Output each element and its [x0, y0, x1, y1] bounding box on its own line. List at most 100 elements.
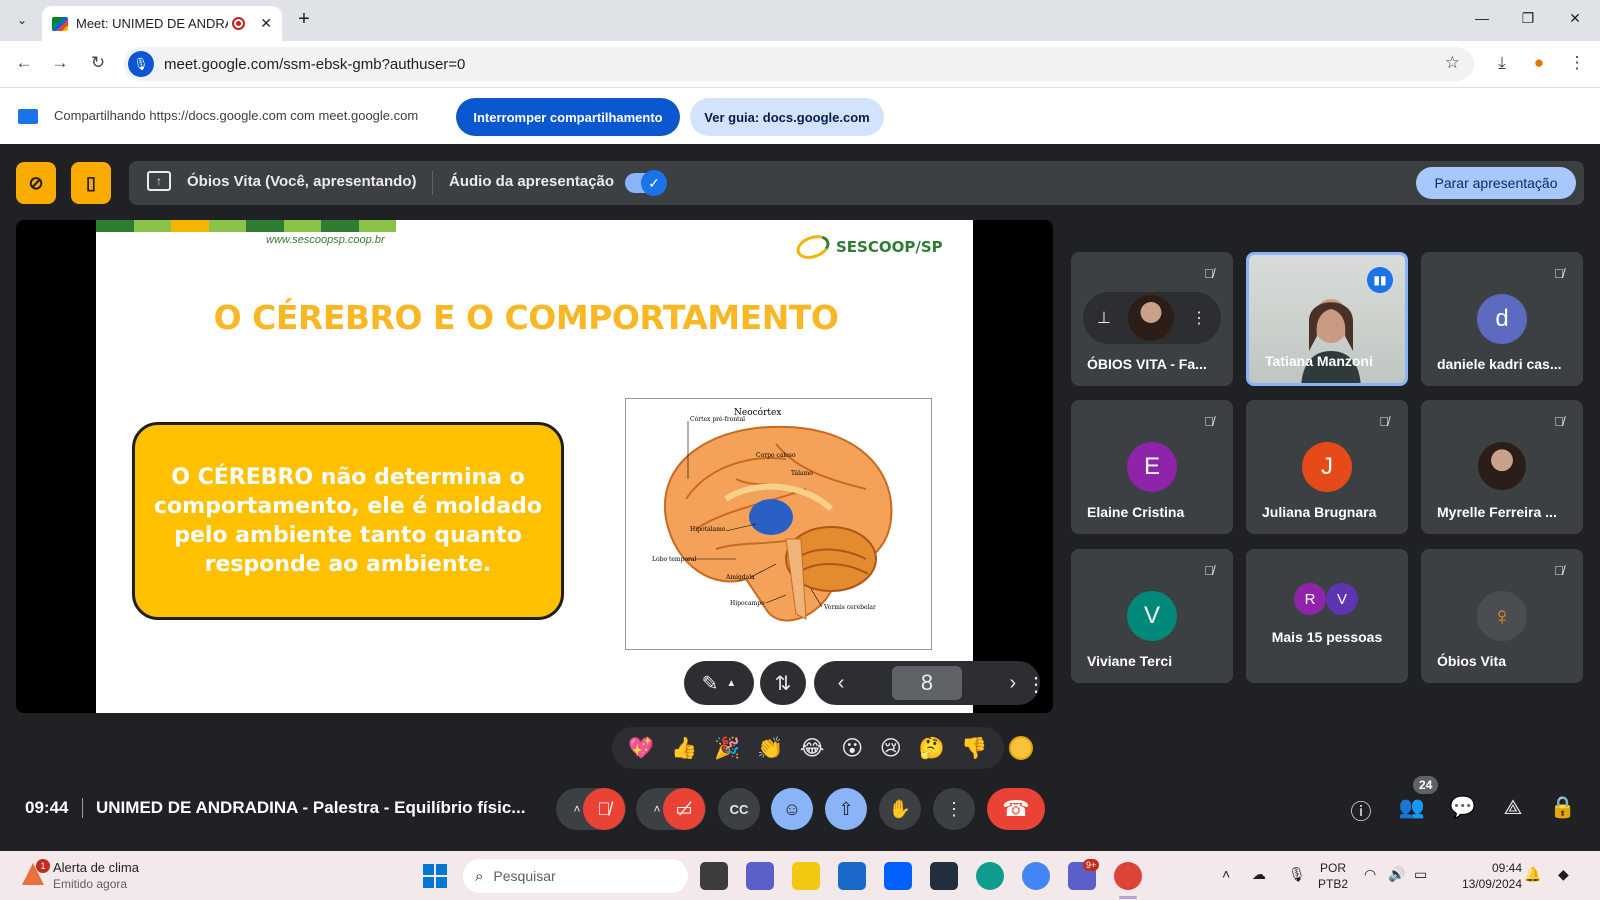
- reaction-sad[interactable]: 😢: [880, 736, 902, 760]
- presenter-title: Óbios Vita (Você, apresentando): [187, 173, 417, 190]
- onedrive-icon[interactable]: ☁: [1252, 866, 1266, 883]
- mic-off-icon: 🎙̸: [1554, 414, 1564, 429]
- language-bottom[interactable]: PTB2: [1316, 877, 1350, 891]
- copilot-icon[interactable]: ◆: [1558, 866, 1569, 883]
- back-button[interactable]: ←: [12, 53, 36, 73]
- taskbar-search[interactable]: ⌕ Pesquisar: [463, 859, 688, 893]
- file-explorer-icon[interactable]: [792, 862, 820, 890]
- participant-tile[interactable]: 🎙̸ Myrelle Ferreira ...: [1421, 400, 1583, 534]
- label-hipocampo: Hipocampo: [730, 600, 765, 607]
- reaction-thinking[interactable]: 🤔: [918, 736, 944, 761]
- bookmark-star-icon[interactable]: ☆: [1445, 53, 1460, 73]
- volume-icon[interactable]: 🔊: [1388, 866, 1405, 883]
- pin-icon[interactable]: ⊥: [1097, 308, 1111, 328]
- slide-more-options-icon[interactable]: ⋮: [1026, 672, 1046, 697]
- reaction-surprised[interactable]: 😮: [841, 736, 863, 760]
- hide-presentation-icon[interactable]: ⊘: [16, 162, 56, 204]
- reaction-thumbs-down[interactable]: 👎: [961, 736, 987, 761]
- tab-search-button[interactable]: ⌄: [10, 8, 34, 32]
- restore-button[interactable]: ❐: [1518, 10, 1538, 27]
- battery-icon[interactable]: ▭: [1414, 866, 1427, 883]
- store-icon[interactable]: [838, 862, 866, 890]
- meeting-info-icon[interactable]: ⓘ: [1347, 796, 1375, 826]
- chat-icon[interactable]: 💬: [1449, 796, 1477, 820]
- wifi-icon[interactable]: ◠: [1364, 866, 1376, 883]
- present-button[interactable]: ⇧: [825, 788, 867, 830]
- start-button[interactable]: [423, 864, 447, 888]
- participant-tile[interactable]: 🎙̸ d daniele kadri cas...: [1421, 252, 1583, 386]
- participant-tile[interactable]: 🎙̸ V Viviane Terci: [1071, 549, 1233, 683]
- view-tab-button[interactable]: Ver guia: docs.google.com: [690, 98, 884, 136]
- raise-hand-button[interactable]: ✋: [879, 788, 921, 830]
- new-tab-button[interactable]: +: [292, 8, 316, 31]
- reactions-button[interactable]: ☺: [771, 788, 813, 830]
- task-view-icon[interactable]: [700, 862, 728, 890]
- previous-slide-icon[interactable]: ‹: [838, 672, 845, 695]
- label-talamo: Tálamo: [791, 470, 813, 477]
- participant-tile[interactable]: 🎙̸ E Elaine Cristina: [1071, 400, 1233, 534]
- caret-up-icon[interactable]: ▲: [726, 678, 736, 689]
- annotate-control[interactable]: ✎ ▲: [684, 661, 754, 705]
- chrome-icon[interactable]: [1022, 862, 1050, 890]
- chrome-active-icon[interactable]: [1114, 862, 1142, 890]
- browser-menu-icon[interactable]: ⋮: [1565, 53, 1589, 73]
- swap-control[interactable]: ⇅: [760, 661, 806, 705]
- forward-button[interactable]: →: [48, 53, 72, 73]
- reaction-clap[interactable]: 👏: [757, 736, 783, 761]
- reaction-heart[interactable]: 💖: [628, 736, 654, 761]
- reaction-laugh[interactable]: 😂: [800, 736, 825, 760]
- browser-tab-meet[interactable]: Meet: UNIMED DE ANDRAD ✕: [42, 6, 282, 41]
- captions-button[interactable]: CC: [718, 788, 760, 830]
- participant-tile[interactable]: 🎙̸ J Juliana Brugnara: [1246, 400, 1408, 534]
- teams-icon[interactable]: [746, 862, 774, 890]
- stop-sharing-button[interactable]: Interromper compartilhamento: [456, 98, 680, 136]
- people-icon[interactable]: 👥: [1398, 796, 1426, 820]
- reaction-party[interactable]: 🎉: [714, 736, 740, 761]
- edge-icon[interactable]: [976, 862, 1004, 890]
- show-hidden-icons[interactable]: ˄: [1222, 866, 1230, 882]
- presenter-bar: ↑ Óbios Vita (Você, apresentando) Áudio …: [129, 161, 1584, 205]
- language-top[interactable]: POR: [1316, 861, 1350, 875]
- label-lobo-temporal: Lobo temporal: [652, 556, 697, 563]
- download-icon[interactable]: ⤓: [1490, 53, 1514, 73]
- more-options-button[interactable]: ⋮: [933, 788, 975, 830]
- close-window-button[interactable]: ✕: [1565, 10, 1585, 27]
- more-options-icon[interactable]: ⋮: [1191, 308, 1207, 328]
- notifications-icon[interactable]: 🔔: [1524, 866, 1541, 883]
- participant-tile[interactable]: 🎙̸ ⊥ ⋮ ÓBIOS VITA - Fa...: [1071, 252, 1233, 386]
- end-call-button[interactable]: ☎: [987, 788, 1045, 830]
- microphone-icon[interactable]: 🎙: [1288, 866, 1306, 883]
- reaction-thumbs-up[interactable]: 👍: [671, 736, 697, 761]
- taskbar-time[interactable]: 09:44: [1450, 861, 1522, 875]
- weather-title[interactable]: Alerta de clima: [53, 860, 139, 875]
- slide-page-number[interactable]: 8: [891, 666, 962, 700]
- camera-off-button[interactable]: ▭̸: [663, 788, 705, 830]
- url-text[interactable]: meet.google.com/ssm-ebsk-gmb?authuser=0: [164, 56, 465, 73]
- participant-tile[interactable]: 🎙̸ ♀ Óbios Vita: [1421, 549, 1583, 683]
- amazon-icon[interactable]: [930, 862, 958, 890]
- sharing-infobar: Compartilhando https://docs.google.com c…: [0, 88, 1600, 144]
- extension-icon[interactable]: ●: [1527, 53, 1551, 73]
- activities-icon[interactable]: ⟁: [1499, 796, 1527, 820]
- reload-button[interactable]: ↻: [86, 53, 110, 73]
- presentation-audio-toggle[interactable]: ✓: [625, 170, 667, 196]
- next-slide-icon[interactable]: ›: [1010, 672, 1017, 695]
- mic-off-button[interactable]: 🎙̸: [583, 788, 625, 830]
- taskbar-date[interactable]: 13/09/2024: [1450, 877, 1522, 891]
- mic-icon[interactable]: 🎙: [128, 51, 154, 77]
- video-feed: [1301, 299, 1361, 383]
- host-controls-icon[interactable]: 🔒: [1549, 796, 1577, 820]
- swap-arrows-icon[interactable]: ⇅: [775, 671, 792, 696]
- layout-icon[interactable]: ▯: [71, 162, 111, 204]
- dropbox-icon[interactable]: [884, 862, 912, 890]
- minimize-button[interactable]: —: [1472, 10, 1492, 26]
- skin-tone-selector[interactable]: [1009, 736, 1033, 760]
- participant-tile-speaking[interactable]: ▮▮ Tatiana Manzoni: [1246, 252, 1408, 386]
- mic-off-icon: 🎙̸: [1554, 266, 1564, 281]
- annotate-pen-icon[interactable]: ✎: [702, 671, 719, 696]
- more-participants-tile[interactable]: R V Mais 15 pessoas: [1246, 549, 1408, 683]
- stop-presenting-button[interactable]: Parar apresentação: [1416, 167, 1576, 199]
- tab-close-icon[interactable]: ✕: [260, 15, 272, 32]
- mic-off-icon: 🎙̸: [1554, 563, 1564, 578]
- address-bar[interactable]: 🎙 meet.google.com/ssm-ebsk-gmb?authuser=…: [124, 47, 1474, 81]
